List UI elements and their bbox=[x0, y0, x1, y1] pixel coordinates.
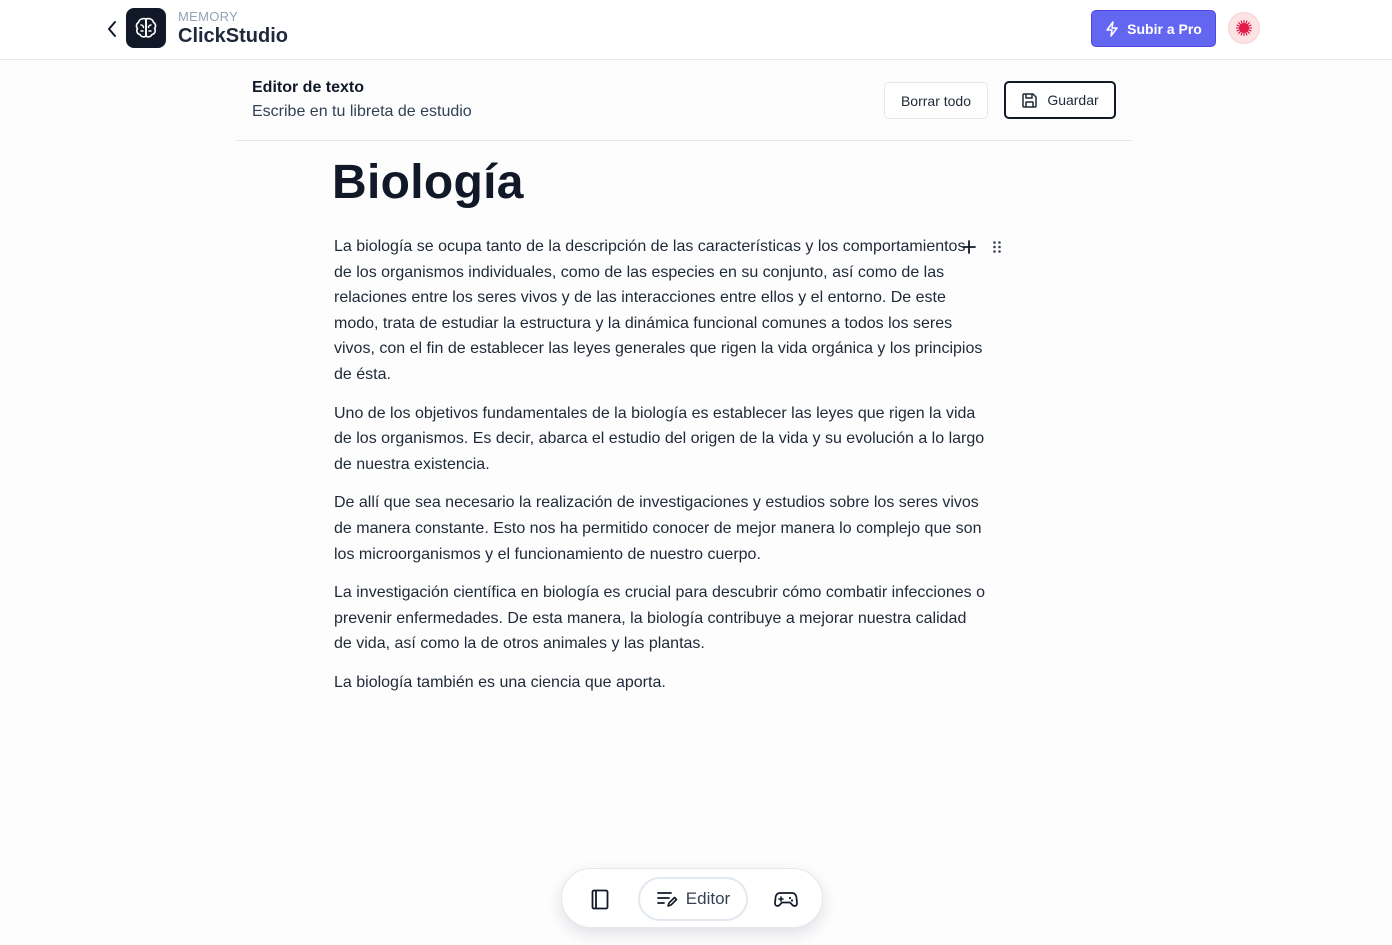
top-bar: MEMORY ClickStudio Subir a Pro bbox=[0, 0, 1392, 60]
bottom-dock: Editor bbox=[561, 868, 823, 928]
editor-tab-label: Editor bbox=[685, 889, 731, 908]
user-avatar[interactable] bbox=[1228, 12, 1260, 44]
brand-name: ClickStudio bbox=[178, 25, 289, 47]
editor-title: Editor de texto bbox=[252, 79, 365, 96]
editor-header: Editor de texto Escribe en tu libreta de… bbox=[236, 60, 1132, 141]
clear-all-label: Borrar todo bbox=[900, 92, 972, 109]
app-logo[interactable] bbox=[126, 8, 166, 48]
edit-text-icon bbox=[656, 892, 678, 907]
editor-subtitle: Escribe en tu libreta de estudio bbox=[252, 103, 472, 120]
paragraph[interactable]: La biología también es una ciencia que a… bbox=[334, 670, 986, 696]
plus-icon bbox=[962, 240, 976, 254]
editor-tab[interactable]: Editor bbox=[638, 877, 748, 921]
paragraph[interactable]: La biología se ocupa tanto de la descrip… bbox=[334, 234, 986, 388]
paragraph[interactable]: La investigación científica en biología … bbox=[334, 580, 986, 657]
upgrade-pro-button[interactable]: Subir a Pro bbox=[1091, 10, 1216, 47]
drag-handle-icon bbox=[993, 241, 1001, 253]
avatar-icon bbox=[1236, 20, 1252, 36]
drag-handle[interactable] bbox=[988, 238, 1006, 256]
clear-all-button[interactable]: Borrar todo bbox=[884, 82, 988, 119]
paragraph[interactable]: Uno de los objetivos fundamentales de la… bbox=[334, 401, 986, 478]
save-button[interactable]: Guardar bbox=[1004, 81, 1116, 119]
paragraph[interactable]: De allí que sea necesario la realización… bbox=[334, 490, 986, 567]
document-heading[interactable]: Biología bbox=[332, 155, 524, 210]
save-label: Guardar bbox=[1047, 92, 1099, 108]
game-button[interactable] bbox=[770, 884, 802, 914]
document-body[interactable]: La biología se ocupa tanto de la descrip… bbox=[334, 234, 986, 709]
notebook-icon bbox=[591, 889, 609, 909]
lightning-icon bbox=[1106, 20, 1118, 37]
brain-icon bbox=[135, 17, 157, 38]
notebook-button[interactable] bbox=[584, 884, 616, 914]
back-button[interactable] bbox=[103, 18, 121, 40]
gamepad-icon bbox=[774, 892, 798, 907]
add-block-button[interactable] bbox=[960, 238, 978, 256]
chevron-left-icon bbox=[108, 21, 116, 37]
brand-tagline: MEMORY bbox=[178, 9, 239, 24]
save-icon bbox=[1022, 92, 1038, 108]
upgrade-pro-label: Subir a Pro bbox=[1127, 20, 1202, 37]
